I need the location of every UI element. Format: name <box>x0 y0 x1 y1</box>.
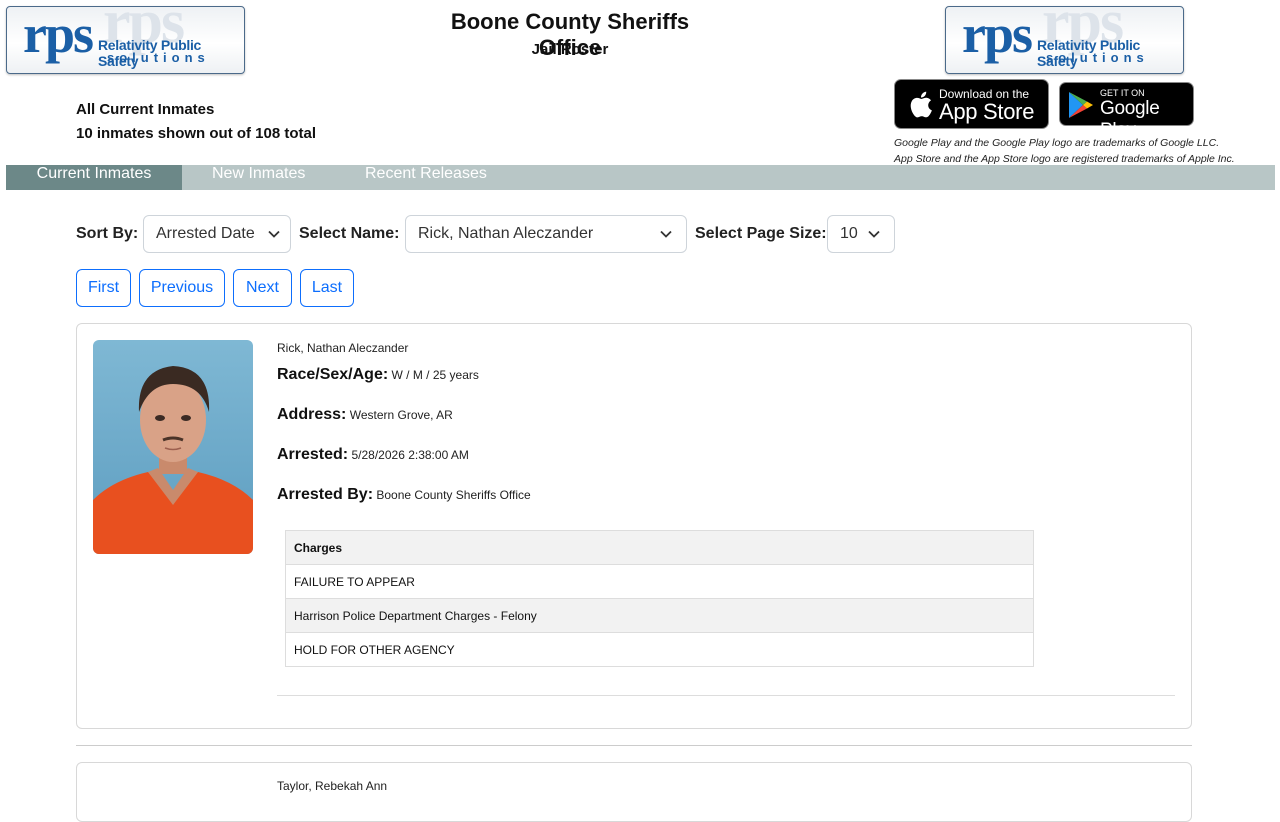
tab-current-inmates[interactable]: Current Inmates <box>6 165 182 190</box>
page-size-value: 10 <box>840 225 858 242</box>
chevron-down-icon <box>868 230 880 238</box>
last-page-button[interactable]: Last <box>300 269 354 307</box>
arrested-by-label: Arrested By: <box>277 486 374 503</box>
race-sex-age-value: W / M / 25 years <box>391 368 479 382</box>
chevron-down-icon <box>268 230 280 238</box>
charges-table: Charges FAILURE TO APPEAR Harrison Polic… <box>285 530 1034 667</box>
tab-new-inmates[interactable]: New Inmates <box>212 165 305 190</box>
race-sex-age-label: Race/Sex/Age: <box>277 366 389 383</box>
arrested-by-value: Boone County Sheriffs Office <box>376 488 531 502</box>
inmate-name: Rick, Nathan Aleczander <box>277 341 409 355</box>
rps-logo-abbr: rps <box>962 6 1033 64</box>
app-store-big-text: App Store <box>939 99 1035 124</box>
address-label: Address: <box>277 406 347 423</box>
app-store-badge[interactable]: Download on the App Store <box>894 79 1049 129</box>
rps-logo-right: rps rps Relativity Public Safety solutio… <box>945 6 1184 74</box>
charge-row: Harrison Police Department Charges - Fel… <box>285 598 1034 633</box>
rps-logo-line2: solutions <box>1046 50 1149 65</box>
google-play-badge[interactable]: GET IT ON Google Play <box>1059 82 1194 141</box>
google-play-big-text: Google Play <box>1100 98 1160 141</box>
google-trademark-note: Google Play and the Google Play logo are… <box>894 137 1220 149</box>
race-sex-age-field: Race/Sex/Age: W / M / 25 years <box>277 366 479 384</box>
page-size-label: Select Page Size: <box>695 225 827 242</box>
select-name-value: Rick, Nathan Aleczander <box>418 225 594 242</box>
arrested-value: 5/28/2026 2:38:00 AM <box>351 448 469 462</box>
charges-header: Charges <box>285 530 1034 565</box>
sort-by-select[interactable]: Arrested Date <box>143 215 291 253</box>
arrested-label: Arrested: <box>277 446 349 463</box>
page-size-select[interactable]: 10 <box>827 215 895 253</box>
apple-trademark-note: App Store and the App Store logo are reg… <box>894 153 1235 165</box>
roster-filter-label: All Current Inmates <box>76 101 215 118</box>
tab-recent-releases[interactable]: Recent Releases <box>365 165 487 190</box>
arrested-by-field: Arrested By: Boone County Sheriffs Offic… <box>277 486 531 504</box>
inmate-card: Rick, Nathan Aleczander Race/Sex/Age: W … <box>76 323 1192 729</box>
charge-row: HOLD FOR OTHER AGENCY <box>285 632 1034 667</box>
select-name-label: Select Name: <box>299 225 400 242</box>
inmate-mugshot <box>93 340 253 554</box>
inmate-card: Taylor, Rebekah Ann <box>76 762 1192 822</box>
previous-page-button[interactable]: Previous <box>139 269 225 307</box>
sort-by-label: Sort By: <box>76 225 139 242</box>
card-divider <box>277 695 1175 696</box>
inmate-name: Taylor, Rebekah Ann <box>277 779 388 793</box>
next-page-button[interactable]: Next <box>233 269 292 307</box>
apple-icon <box>910 91 932 118</box>
address-field: Address: Western Grove, AR <box>277 406 453 424</box>
roster-count: 10 inmates shown out of 108 total <box>76 125 317 142</box>
page-subtitle: Jail Roster <box>531 41 609 58</box>
google-play-icon <box>1069 92 1093 118</box>
charge-row: FAILURE TO APPEAR <box>285 564 1034 599</box>
sort-by-value: Arrested Date <box>156 225 255 242</box>
select-name-select[interactable]: Rick, Nathan Aleczander <box>405 215 687 253</box>
chevron-down-icon <box>660 230 672 238</box>
google-play-small-text: GET IT ON <box>1100 88 1145 98</box>
inmate-separator <box>76 745 1192 746</box>
first-page-button[interactable]: First <box>76 269 131 307</box>
arrested-field: Arrested: 5/28/2026 2:38:00 AM <box>277 446 469 464</box>
address-value: Western Grove, AR <box>349 408 453 422</box>
tab-bar: Current Inmates New Inmates Recent Relea… <box>6 165 1275 190</box>
